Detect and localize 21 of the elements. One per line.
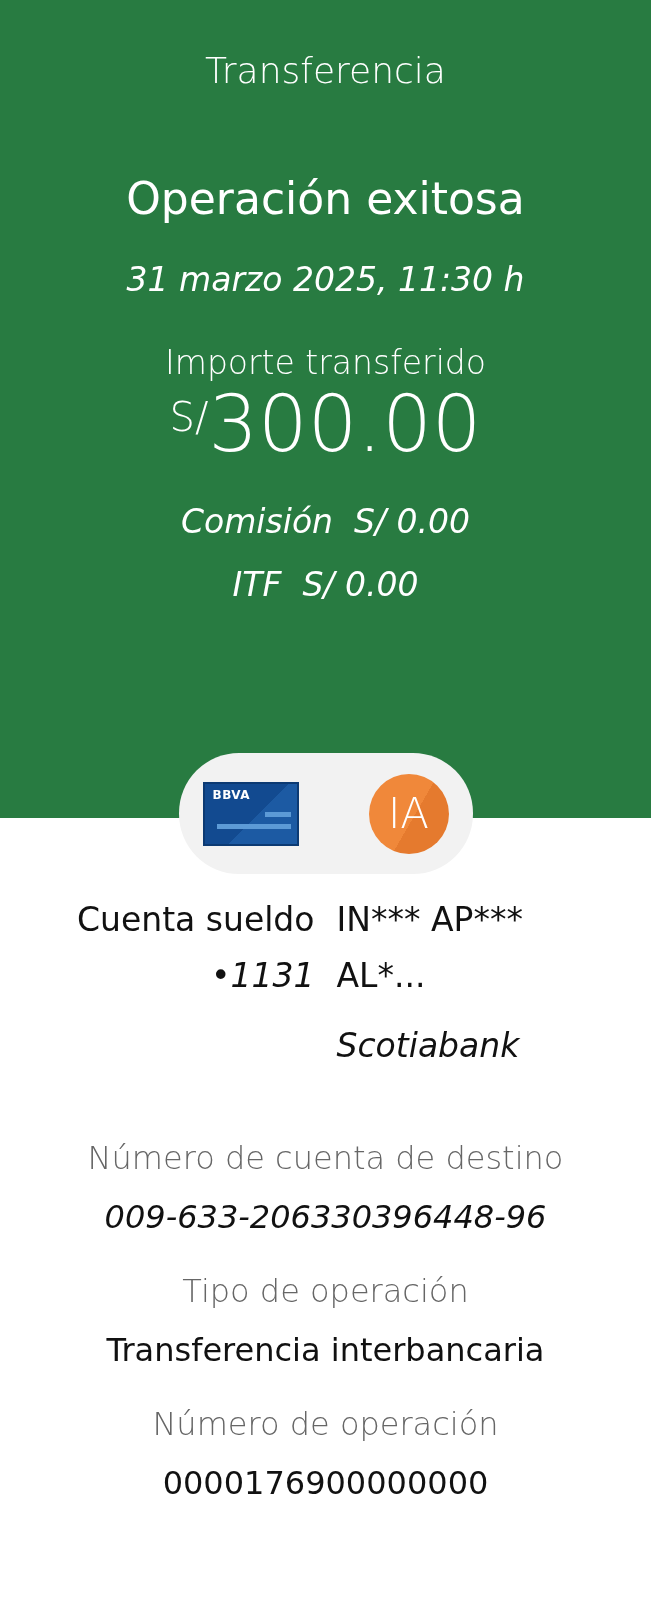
amount: 300.00 (208, 382, 482, 468)
detail-label: Número de operación (152, 1404, 499, 1445)
recipient-bank: Scotiabank (336, 1025, 520, 1067)
detail-value: 009-633-206330396448-96 (104, 1197, 547, 1238)
amount-label: Importe transferido (165, 343, 486, 382)
account-number: •1131 (211, 955, 315, 997)
fee-text: ITF S/ 0.00 (232, 564, 419, 604)
avatar: IA (368, 773, 449, 854)
status-title: Operación exitosa (126, 173, 525, 224)
detail-value: 0000176900000000 (162, 1463, 489, 1504)
detail-value: Transferencia interbancaria (106, 1330, 545, 1371)
date-time: 31 marzo 2025, 11:30 h (126, 260, 525, 299)
bank-logo: BBVA (202, 781, 299, 846)
page-title: Transferencia (205, 50, 446, 91)
currency-symbol: S/ (169, 394, 209, 440)
fee-text: Comisión S/ 0.00 (181, 501, 470, 541)
detail-label: Tipo de operación (182, 1271, 469, 1312)
recipient-name: IN*** AP*** (336, 899, 523, 941)
origin-account: Cuenta sueldo (76, 899, 315, 941)
detail-label: Número de cuenta de destino (87, 1138, 564, 1179)
recipient-name: AL*... (336, 955, 426, 997)
